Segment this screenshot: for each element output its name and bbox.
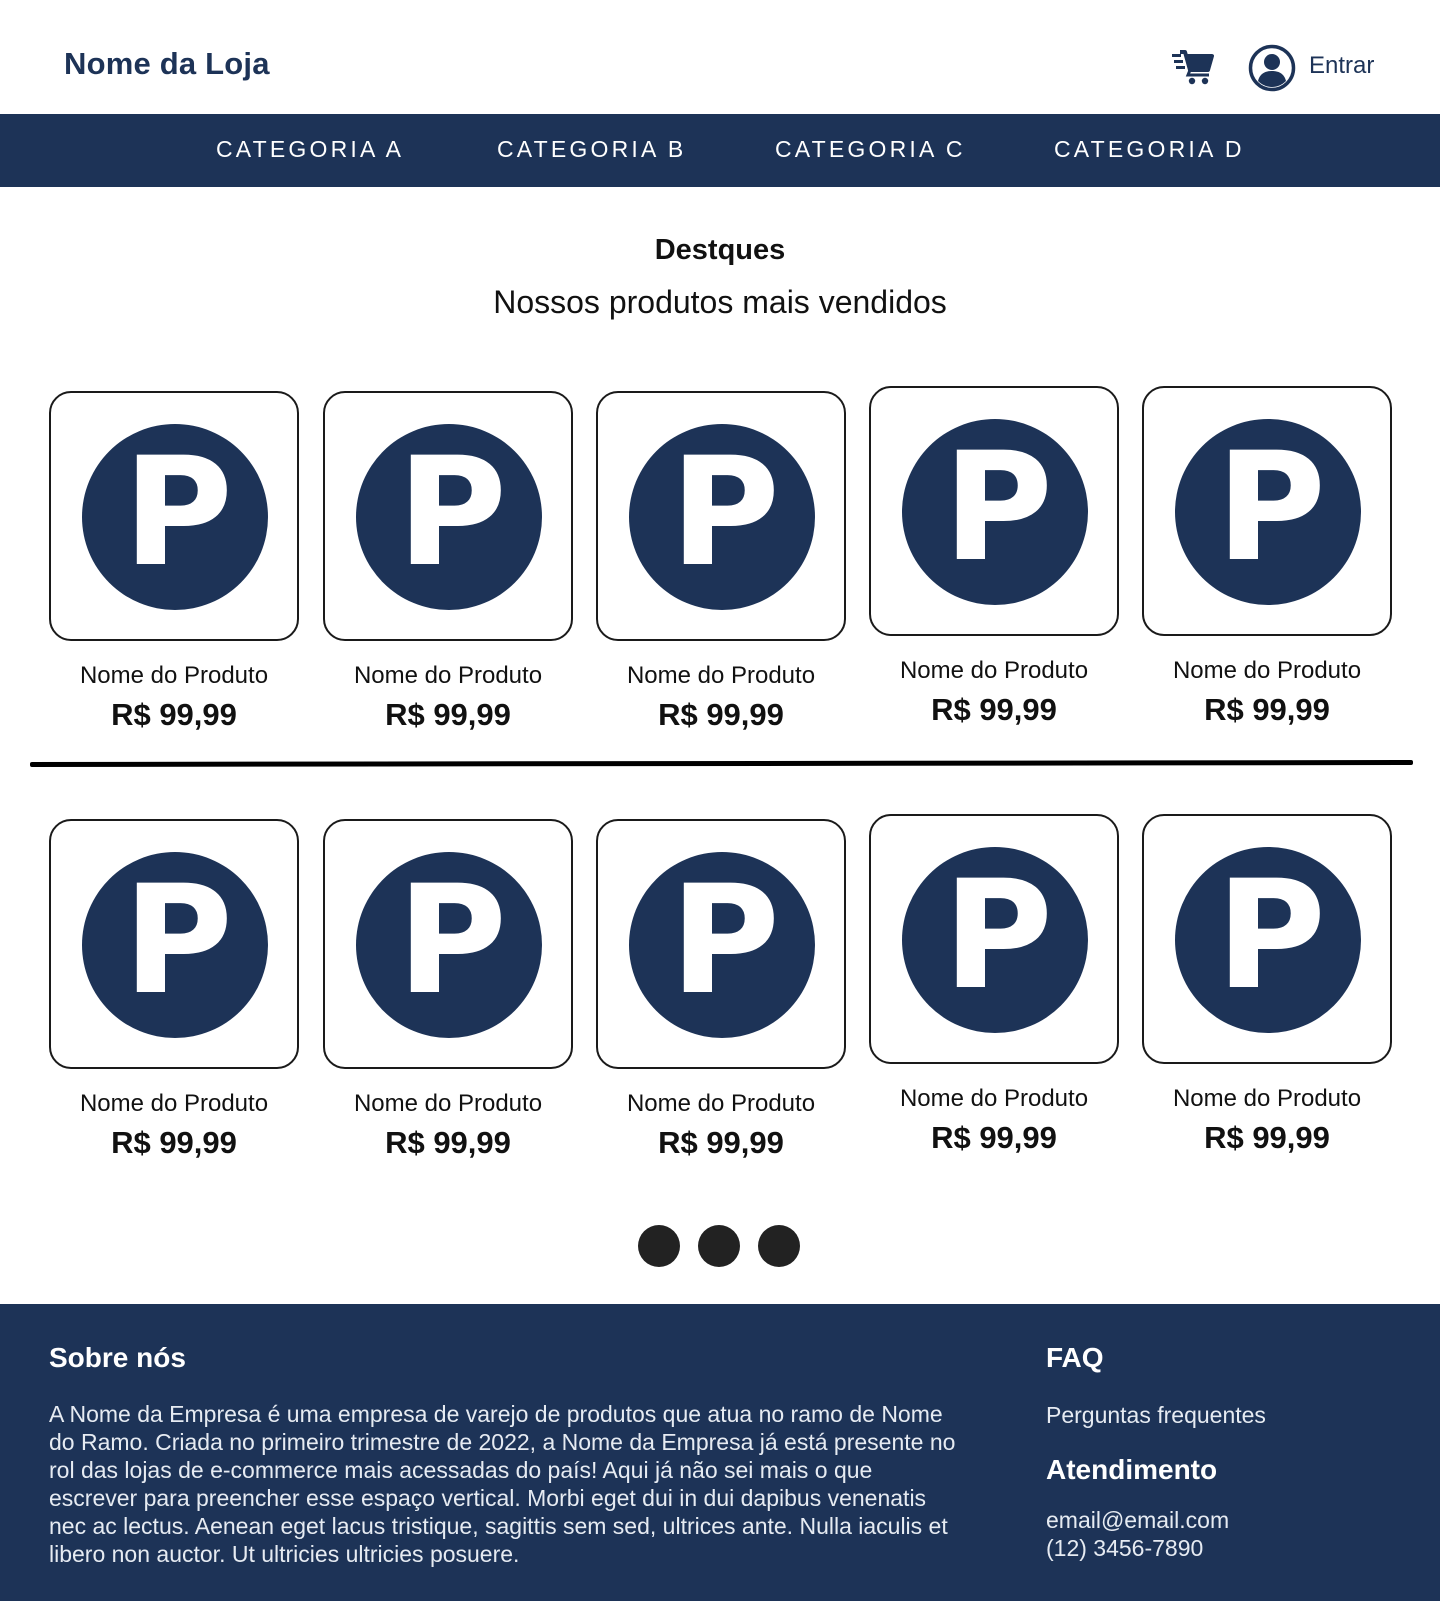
pagination-dot-1[interactable] — [638, 1225, 680, 1267]
product-placeholder-icon: P — [629, 424, 815, 610]
section-title: Destques — [654, 234, 786, 266]
product-image[interactable]: P — [323, 391, 573, 641]
about-text: A Nome da Empresa é uma empresa de varej… — [49, 1400, 955, 1568]
product-image[interactable]: P — [1142, 386, 1392, 636]
support-phone[interactable]: (12) 3456-7890 — [1046, 1535, 1203, 1562]
svg-text:P: P — [670, 426, 780, 600]
about-line: A Nome da Empresa é uma empresa de varej… — [49, 1401, 943, 1427]
product-placeholder-icon: P — [356, 852, 542, 1038]
product-placeholder-icon: P — [356, 424, 542, 610]
faq-link[interactable]: Perguntas frequentes — [1046, 1402, 1266, 1429]
product-image[interactable]: P — [596, 819, 846, 1069]
product-image[interactable]: P — [49, 391, 299, 641]
pagination-dot-3[interactable] — [758, 1225, 800, 1267]
product-placeholder-icon: P — [902, 847, 1088, 1033]
support-email[interactable]: email@email.com — [1046, 1507, 1229, 1534]
product-price: R$ 99,99 — [931, 1120, 1057, 1155]
product-image[interactable]: P — [1142, 814, 1392, 1064]
store-name-logo[interactable]: Nome da Loja — [64, 46, 270, 82]
product-placeholder-icon: P — [82, 424, 268, 610]
product-card[interactable]: P Nome do Produto R$ 99,99 — [869, 386, 1119, 731]
product-image[interactable]: P — [596, 391, 846, 641]
product-image[interactable]: P — [869, 386, 1119, 636]
product-image[interactable]: P — [323, 819, 573, 1069]
about-heading: Sobre nós — [49, 1342, 186, 1373]
product-price: R$ 99,99 — [111, 1125, 237, 1160]
product-name[interactable]: Nome do Produto — [859, 1085, 1129, 1113]
about-line: do Ramo. Criada no primeiro trimestre de… — [49, 1429, 956, 1455]
svg-text:P: P — [123, 426, 233, 600]
product-card[interactable]: P Nome do Produto R$ 99,99 — [49, 391, 299, 736]
product-name[interactable]: Nome do Produto — [586, 1090, 856, 1118]
about-line: nec ac lectus. Aenean eget lacus tristiq… — [49, 1513, 948, 1539]
product-name[interactable]: Nome do Produto — [586, 662, 856, 690]
category-nav: CATEGORIA A CATEGORIA B CATEGORIA C CATE… — [0, 114, 1440, 187]
product-card[interactable]: P Nome do Produto R$ 99,99 — [1142, 814, 1392, 1159]
svg-text:P: P — [123, 854, 233, 1028]
cart-icon[interactable] — [1172, 48, 1214, 86]
product-card[interactable]: P Nome do Produto R$ 99,99 — [1142, 386, 1392, 731]
product-name[interactable]: Nome do Produto — [1132, 657, 1402, 685]
row-divider — [29, 760, 1414, 767]
product-price: R$ 99,99 — [385, 1125, 511, 1160]
product-placeholder-icon: P — [629, 852, 815, 1038]
product-price: R$ 99,99 — [1204, 1120, 1330, 1155]
product-name[interactable]: Nome do Produto — [1132, 1085, 1402, 1113]
product-card[interactable]: P Nome do Produto R$ 99,99 — [49, 819, 299, 1164]
product-price: R$ 99,99 — [385, 697, 511, 732]
product-placeholder-icon: P — [902, 419, 1088, 605]
svg-text:P: P — [943, 421, 1053, 595]
product-image[interactable]: P — [869, 814, 1119, 1064]
product-price: R$ 99,99 — [658, 1125, 784, 1160]
user-icon[interactable] — [1248, 44, 1296, 92]
product-price: R$ 99,99 — [1204, 692, 1330, 727]
nav-item-categoria-c[interactable]: CATEGORIA C — [775, 136, 966, 163]
product-card[interactable]: P Nome do Produto R$ 99,99 — [323, 391, 573, 736]
nav-item-categoria-d[interactable]: CATEGORIA D — [1054, 136, 1245, 163]
product-placeholder-icon: P — [1175, 847, 1361, 1033]
site-header: Nome da Loja Entrar — [0, 0, 1440, 114]
login-link[interactable]: Entrar — [1309, 52, 1374, 80]
svg-text:P: P — [397, 854, 507, 1028]
svg-text:P: P — [397, 426, 507, 600]
product-placeholder-icon: P — [1175, 419, 1361, 605]
product-name[interactable]: Nome do Produto — [313, 662, 583, 690]
product-name[interactable]: Nome do Produto — [313, 1090, 583, 1118]
about-line: libero non auctor. Ut ultricies ultricie… — [49, 1541, 520, 1567]
about-line: escrever para preencher esse espaço vert… — [49, 1485, 927, 1511]
faq-heading: FAQ — [1046, 1342, 1104, 1373]
about-line: rol das lojas de e-commerce mais acessad… — [49, 1457, 873, 1483]
site-footer: Sobre nós A Nome da Empresa é uma empres… — [0, 1304, 1440, 1601]
section-subtitle: Nossos produtos mais vendidos — [493, 284, 947, 320]
product-name[interactable]: Nome do Produto — [859, 657, 1129, 685]
product-card[interactable]: P Nome do Produto R$ 99,99 — [596, 391, 846, 736]
product-price: R$ 99,99 — [111, 697, 237, 732]
svg-text:P: P — [1216, 849, 1326, 1023]
product-price: R$ 99,99 — [931, 692, 1057, 727]
svg-text:P: P — [943, 849, 1053, 1023]
support-heading: Atendimento — [1046, 1454, 1218, 1485]
product-card[interactable]: P Nome do Produto R$ 99,99 — [596, 819, 846, 1164]
svg-text:P: P — [670, 854, 780, 1028]
product-card[interactable]: P Nome do Produto R$ 99,99 — [869, 814, 1119, 1159]
product-price: R$ 99,99 — [658, 697, 784, 732]
nav-item-categoria-b[interactable]: CATEGORIA B — [497, 136, 686, 163]
nav-item-categoria-a[interactable]: CATEGORIA A — [216, 136, 404, 163]
product-name[interactable]: Nome do Produto — [39, 662, 309, 690]
pagination-dot-2[interactable] — [698, 1225, 740, 1267]
svg-text:P: P — [1216, 421, 1326, 595]
product-card[interactable]: P Nome do Produto R$ 99,99 — [323, 819, 573, 1164]
product-placeholder-icon: P — [82, 852, 268, 1038]
product-image[interactable]: P — [49, 819, 299, 1069]
product-name[interactable]: Nome do Produto — [39, 1090, 309, 1118]
